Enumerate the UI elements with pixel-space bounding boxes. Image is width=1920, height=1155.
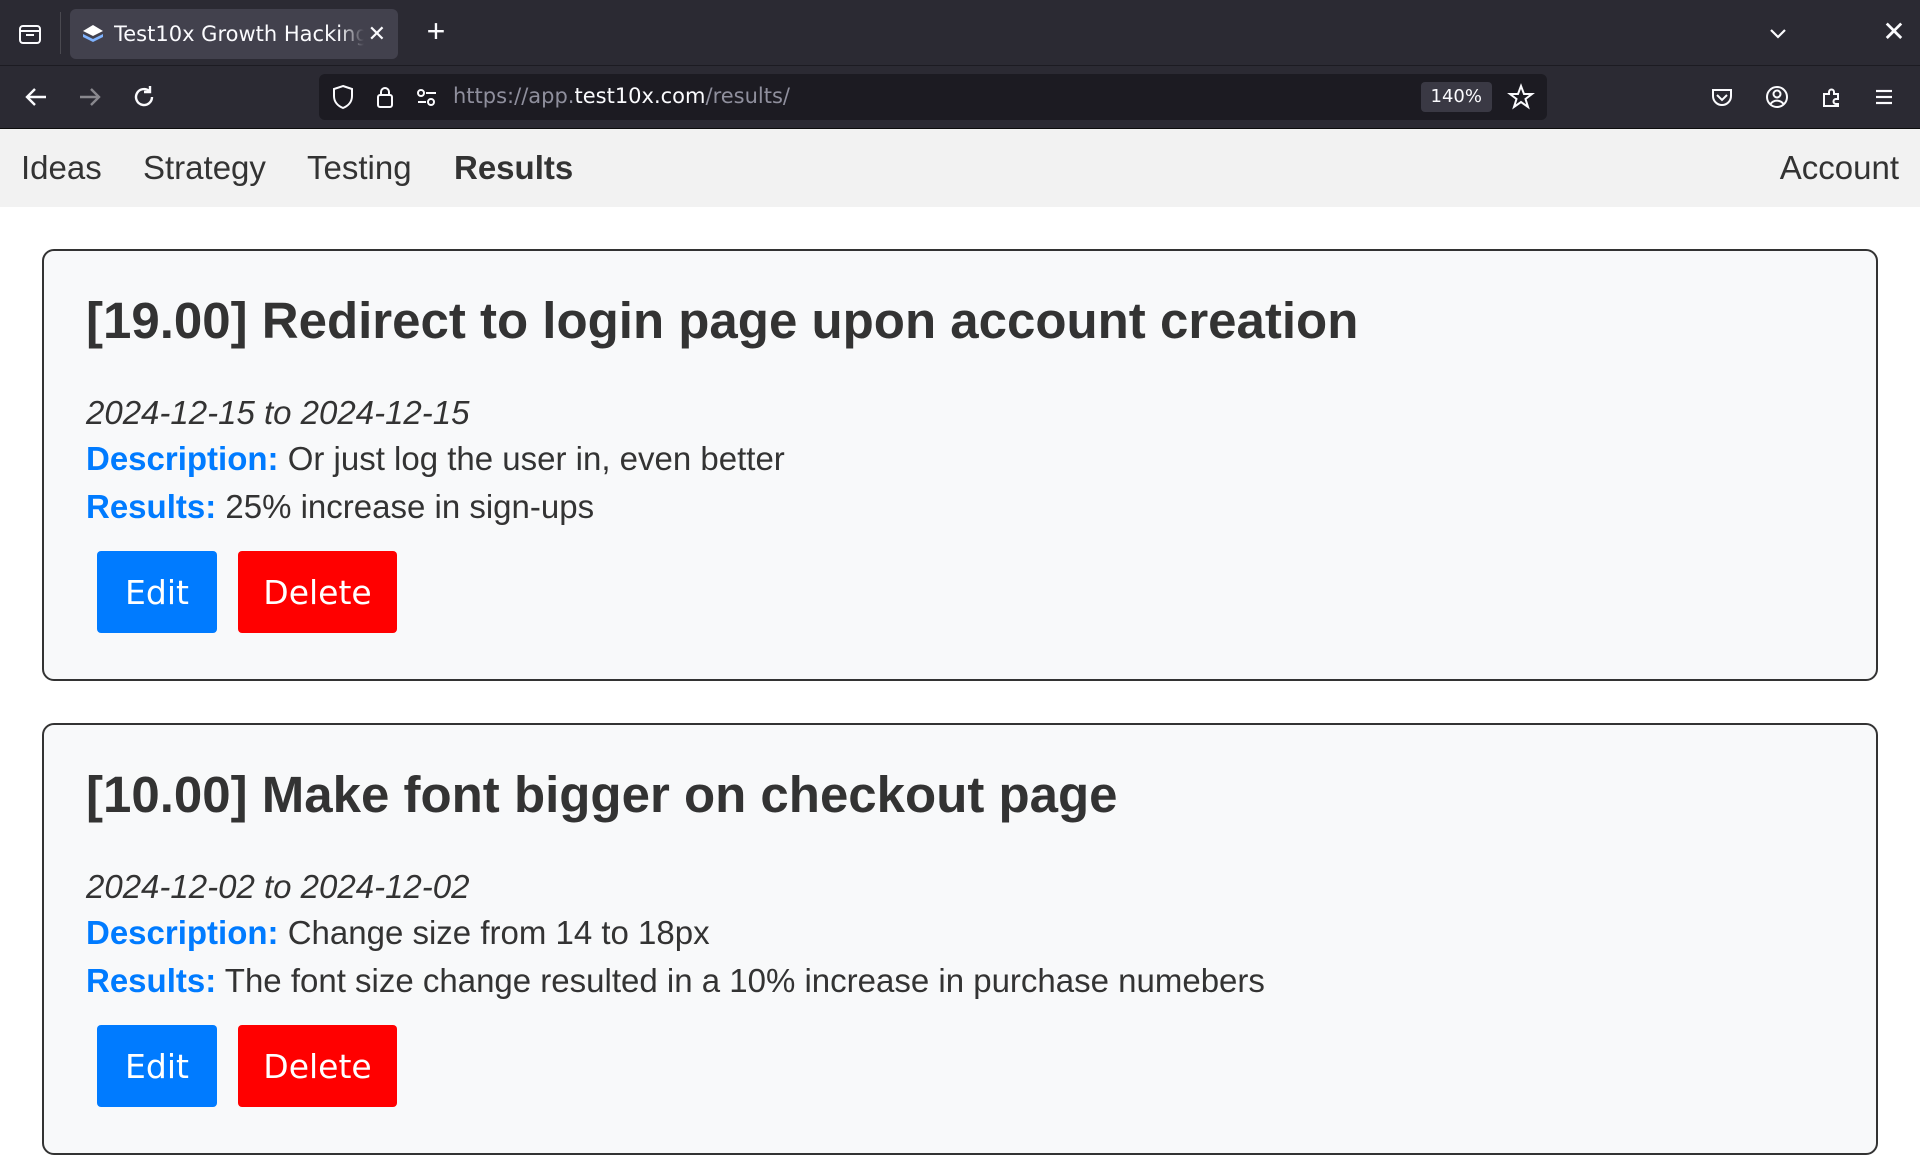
result-dates: 2024-12-02 to 2024-12-02: [86, 868, 470, 905]
url-text[interactable]: https://app.test10x.com/results/: [453, 84, 790, 108]
description-text: Change size from 14 to 18px: [287, 914, 710, 951]
tab-close-icon[interactable]: ✕: [368, 23, 386, 45]
results-label: Results:: [86, 962, 217, 999]
result-description: Description: Change size from 14 to 18px: [86, 909, 1834, 957]
results-list: [19.00] Redirect to login page upon acco…: [0, 249, 1920, 1155]
window-close-icon[interactable]: ✕: [1878, 16, 1910, 48]
shield-icon[interactable]: [327, 81, 359, 113]
result-results: Results: The font size change resulted i…: [86, 957, 1834, 1005]
results-text: 25% increase in sign-ups: [225, 488, 595, 525]
url-prefix: https://app.: [453, 84, 575, 108]
delete-button[interactable]: Delete: [238, 551, 397, 633]
url-path: /results/: [705, 84, 791, 108]
nav-link-account[interactable]: Account: [1780, 149, 1899, 187]
delete-button[interactable]: Delete: [238, 1025, 397, 1107]
permissions-icon[interactable]: [411, 81, 443, 113]
browser-nav-bar: https://app.test10x.com/results/ 140%: [0, 65, 1920, 129]
forward-arrow-icon[interactable]: [74, 81, 106, 113]
site-nav-bar: Ideas Strategy Testing Results Account: [0, 129, 1920, 207]
results-label: Results:: [86, 488, 217, 525]
edit-button[interactable]: Edit: [97, 1025, 217, 1107]
results-text: The font size change resulted in a 10% i…: [224, 962, 1265, 999]
result-description: Description: Or just log the user in, ev…: [86, 435, 1834, 483]
new-tab-icon[interactable]: +: [420, 15, 452, 48]
nav-link-strategy[interactable]: Strategy: [143, 149, 266, 187]
account-icon[interactable]: [1761, 81, 1793, 113]
menu-hamburger-icon[interactable]: [1868, 81, 1900, 113]
back-arrow-icon[interactable]: [20, 81, 52, 113]
nav-link-results[interactable]: Results: [454, 149, 573, 187]
lock-icon[interactable]: [369, 81, 401, 113]
reload-icon[interactable]: [128, 81, 160, 113]
card-actions: Edit Delete: [86, 551, 1834, 633]
bookmark-star-icon[interactable]: [1505, 81, 1537, 113]
chevron-down-icon[interactable]: [1762, 18, 1794, 50]
browser-tab-active[interactable]: Test10x Growth Hacking S ✕: [70, 9, 398, 59]
result-dates: 2024-12-15 to 2024-12-15: [86, 394, 470, 431]
description-label: Description:: [86, 914, 279, 951]
site-favicon-icon: [83, 25, 103, 42]
nav-link-testing[interactable]: Testing: [307, 149, 412, 187]
result-title: [10.00] Make font bigger on checkout pag…: [86, 766, 1118, 823]
result-results: Results: 25% increase in sign-ups: [86, 483, 1834, 531]
result-card: [19.00] Redirect to login page upon acco…: [42, 249, 1878, 681]
result-card: [10.00] Make font bigger on checkout pag…: [42, 723, 1878, 1155]
card-actions: Edit Delete: [86, 1025, 1834, 1107]
tab-separator: [60, 12, 61, 54]
edit-button[interactable]: Edit: [97, 551, 217, 633]
pocket-icon[interactable]: [1706, 81, 1738, 113]
tab-title: Test10x Growth Hacking S: [114, 22, 364, 46]
zoom-level-button[interactable]: 140%: [1420, 82, 1492, 112]
url-host: test10x.com: [574, 84, 706, 108]
url-bar[interactable]: https://app.test10x.com/results/ 140%: [319, 74, 1547, 120]
nav-link-ideas[interactable]: Ideas: [21, 149, 102, 187]
browser-tab-bar: Test10x Growth Hacking S ✕ + ✕: [0, 0, 1920, 65]
result-title: [19.00] Redirect to login page upon acco…: [86, 292, 1359, 349]
description-text: Or just log the user in, even better: [287, 440, 785, 477]
description-label: Description:: [86, 440, 279, 477]
extensions-icon[interactable]: [1815, 81, 1847, 113]
firefox-view-icon[interactable]: [14, 18, 46, 50]
